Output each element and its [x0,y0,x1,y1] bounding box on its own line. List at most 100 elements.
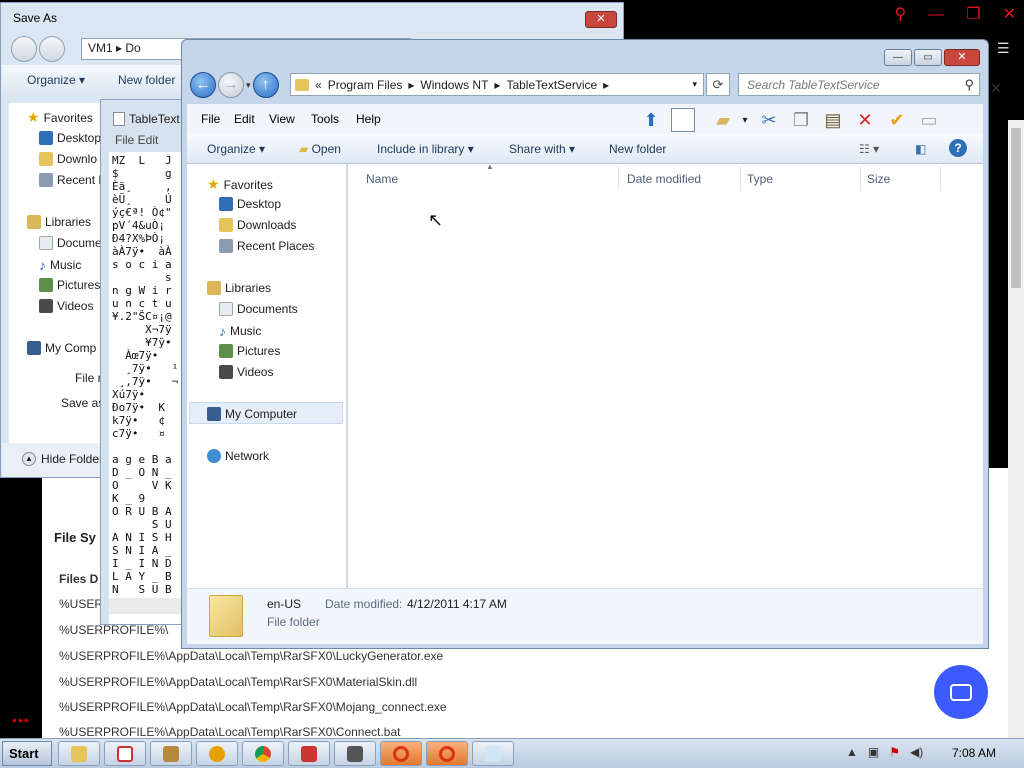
taskbar-chrome[interactable] [242,741,284,766]
menu-tools[interactable]: Tools [311,112,339,126]
close-button[interactable]: ✕ [944,49,980,66]
nav-music[interactable]: ♪ Music [219,323,261,339]
breadcrumb-program-files[interactable]: Program Files [328,78,403,92]
search-input[interactable]: Search TableTextService ⚲ [738,73,980,96]
minimize-icon[interactable]: — [928,4,944,26]
page-scrollbar[interactable] [1008,120,1024,738]
nav-downloads[interactable]: Downloads [219,218,296,232]
more-icon[interactable]: ••• [12,712,30,728]
nav-documents[interactable]: Documents [219,302,298,316]
checkmark-icon[interactable]: ✔ [885,108,909,132]
nav-desktop[interactable]: Desktop [219,197,281,211]
restore-icon[interactable]: ❐ [966,4,980,26]
nav-network[interactable]: Network [207,449,269,463]
notepad-text[interactable]: MZ L J $ g Èä¸ , èÜ¸ Ú ýç€ª! Ò¢" pV´4&uÒ… [109,152,183,624]
close-icon[interactable]: ✕ [1003,4,1016,26]
menu-edit[interactable]: Edit [234,112,255,126]
preview-pane-icon[interactable] [671,108,695,132]
menu-view[interactable]: View [269,112,295,126]
help-icon[interactable]: ? [949,139,967,157]
view-options-icon[interactable]: ☷ ▾ [859,142,879,156]
up-button[interactable]: ↑ [252,72,279,98]
nav-music[interactable]: ♪ Music [39,257,81,273]
column-separator[interactable] [940,166,941,190]
volume-icon[interactable]: ◀) [910,745,923,759]
forward-button[interactable] [39,36,65,62]
column-date-modified[interactable]: Date modified [627,172,701,186]
menu-help[interactable]: Help [356,112,381,126]
close-icon[interactable]: ✕ [990,80,1002,97]
maximize-button[interactable]: ▭ [914,49,942,66]
file-list[interactable]: Name ▲ Date modified Type Size ↖ [348,162,983,588]
column-separator[interactable] [740,166,741,190]
column-size[interactable]: Size [867,172,890,186]
chat-button[interactable] [934,665,988,719]
preview-pane-icon[interactable]: ◧ [915,142,926,156]
scrollbar-thumb[interactable] [1011,128,1021,288]
open-button[interactable]: ▰ Open [299,142,341,156]
taskbar-opera[interactable] [426,741,468,766]
nav-recent-places[interactable]: Recent Places [219,239,314,253]
chevron-up-icon[interactable]: ▲ [846,745,858,759]
chevron-right-icon[interactable]: ▸ [408,78,414,92]
nav-videos[interactable]: Videos [39,299,93,313]
column-name[interactable]: Name [366,172,398,186]
menu-icon[interactable]: ☰ [997,40,1010,57]
taskbar-opera[interactable] [380,741,422,766]
nav-documents[interactable]: Docume [39,236,102,250]
breadcrumb-windows-nt[interactable]: Windows NT [420,78,488,92]
nav-libraries[interactable]: Libraries [207,281,271,295]
nav-desktop[interactable]: Desktop [39,131,101,145]
paste-icon[interactable]: ▤ [821,108,845,132]
recent-pages-icon[interactable]: ▾ [246,80,251,91]
nav-downloads[interactable]: Downlo [39,152,97,166]
search-icon[interactable]: ⚲ [895,4,907,26]
notepad-menu[interactable]: File Edit [115,133,158,147]
include-in-library-button[interactable]: Include in library ▾ [377,142,474,156]
taskbar-notepad[interactable] [472,741,514,766]
cut-icon[interactable]: ✂ [757,108,781,132]
nav-pictures[interactable]: Pictures [219,344,280,358]
back-button[interactable]: ← [190,72,216,98]
column-type[interactable]: Type [747,172,773,186]
up-folder-icon[interactable]: ⬆ [639,108,663,132]
organize-button[interactable]: Organize ▾ [207,142,265,156]
column-separator[interactable] [618,166,619,190]
taskbar-explorer[interactable] [58,741,100,766]
taskbar-app[interactable] [196,741,238,766]
search-icon[interactable]: ⚲ [964,77,974,93]
taskbar-app[interactable] [104,741,146,766]
nav-pictures[interactable]: Pictures [39,278,100,292]
properties-icon[interactable]: ▭ [917,108,941,132]
nav-videos[interactable]: Videos [219,365,273,379]
nav-favorites[interactable]: ★ Favorites [207,176,273,193]
new-folder-button[interactable]: New folder [609,142,666,156]
horizontal-scrollbar[interactable] [109,598,183,614]
chevron-right-icon[interactable]: ▸ [494,78,500,92]
network-icon[interactable]: ▣ [868,745,879,759]
nav-recent[interactable]: Recent P [39,173,106,187]
breadcrumb-overflow[interactable]: « [315,78,322,92]
breadcrumb-tabletextservice[interactable]: TableTextService [506,78,597,92]
share-with-button[interactable]: Share with ▾ [509,142,575,156]
minimize-button[interactable]: — [884,49,912,66]
address-bar[interactable]: « Program Files ▸ Windows NT ▸ TableText… [290,73,704,96]
action-center-icon[interactable]: ⚑ [889,745,900,759]
taskbar-app[interactable] [334,741,376,766]
refresh-button[interactable]: ⟳ [706,73,730,96]
nav-computer[interactable]: My Comp [27,341,96,355]
start-button[interactable]: Start [2,741,52,766]
chevron-down-icon[interactable]: ▾ [733,108,757,132]
taskbar-app[interactable] [150,741,192,766]
forward-button[interactable]: → [218,72,244,98]
clock[interactable]: 7:08 AM [952,746,996,760]
close-button[interactable]: ✕ [585,11,617,28]
copy-icon[interactable]: ❐ [789,108,813,132]
chevron-right-icon[interactable]: ▸ [603,78,609,92]
new-folder-button[interactable]: New folder [118,73,175,87]
nav-favorites[interactable]: ★ Favorites [27,109,93,126]
organize-button[interactable]: Organize ▾ [27,73,85,87]
delete-icon[interactable]: ✕ [853,108,877,132]
taskbar-app[interactable] [288,741,330,766]
hide-folders-button[interactable]: ▲ Hide Folders [22,452,109,466]
